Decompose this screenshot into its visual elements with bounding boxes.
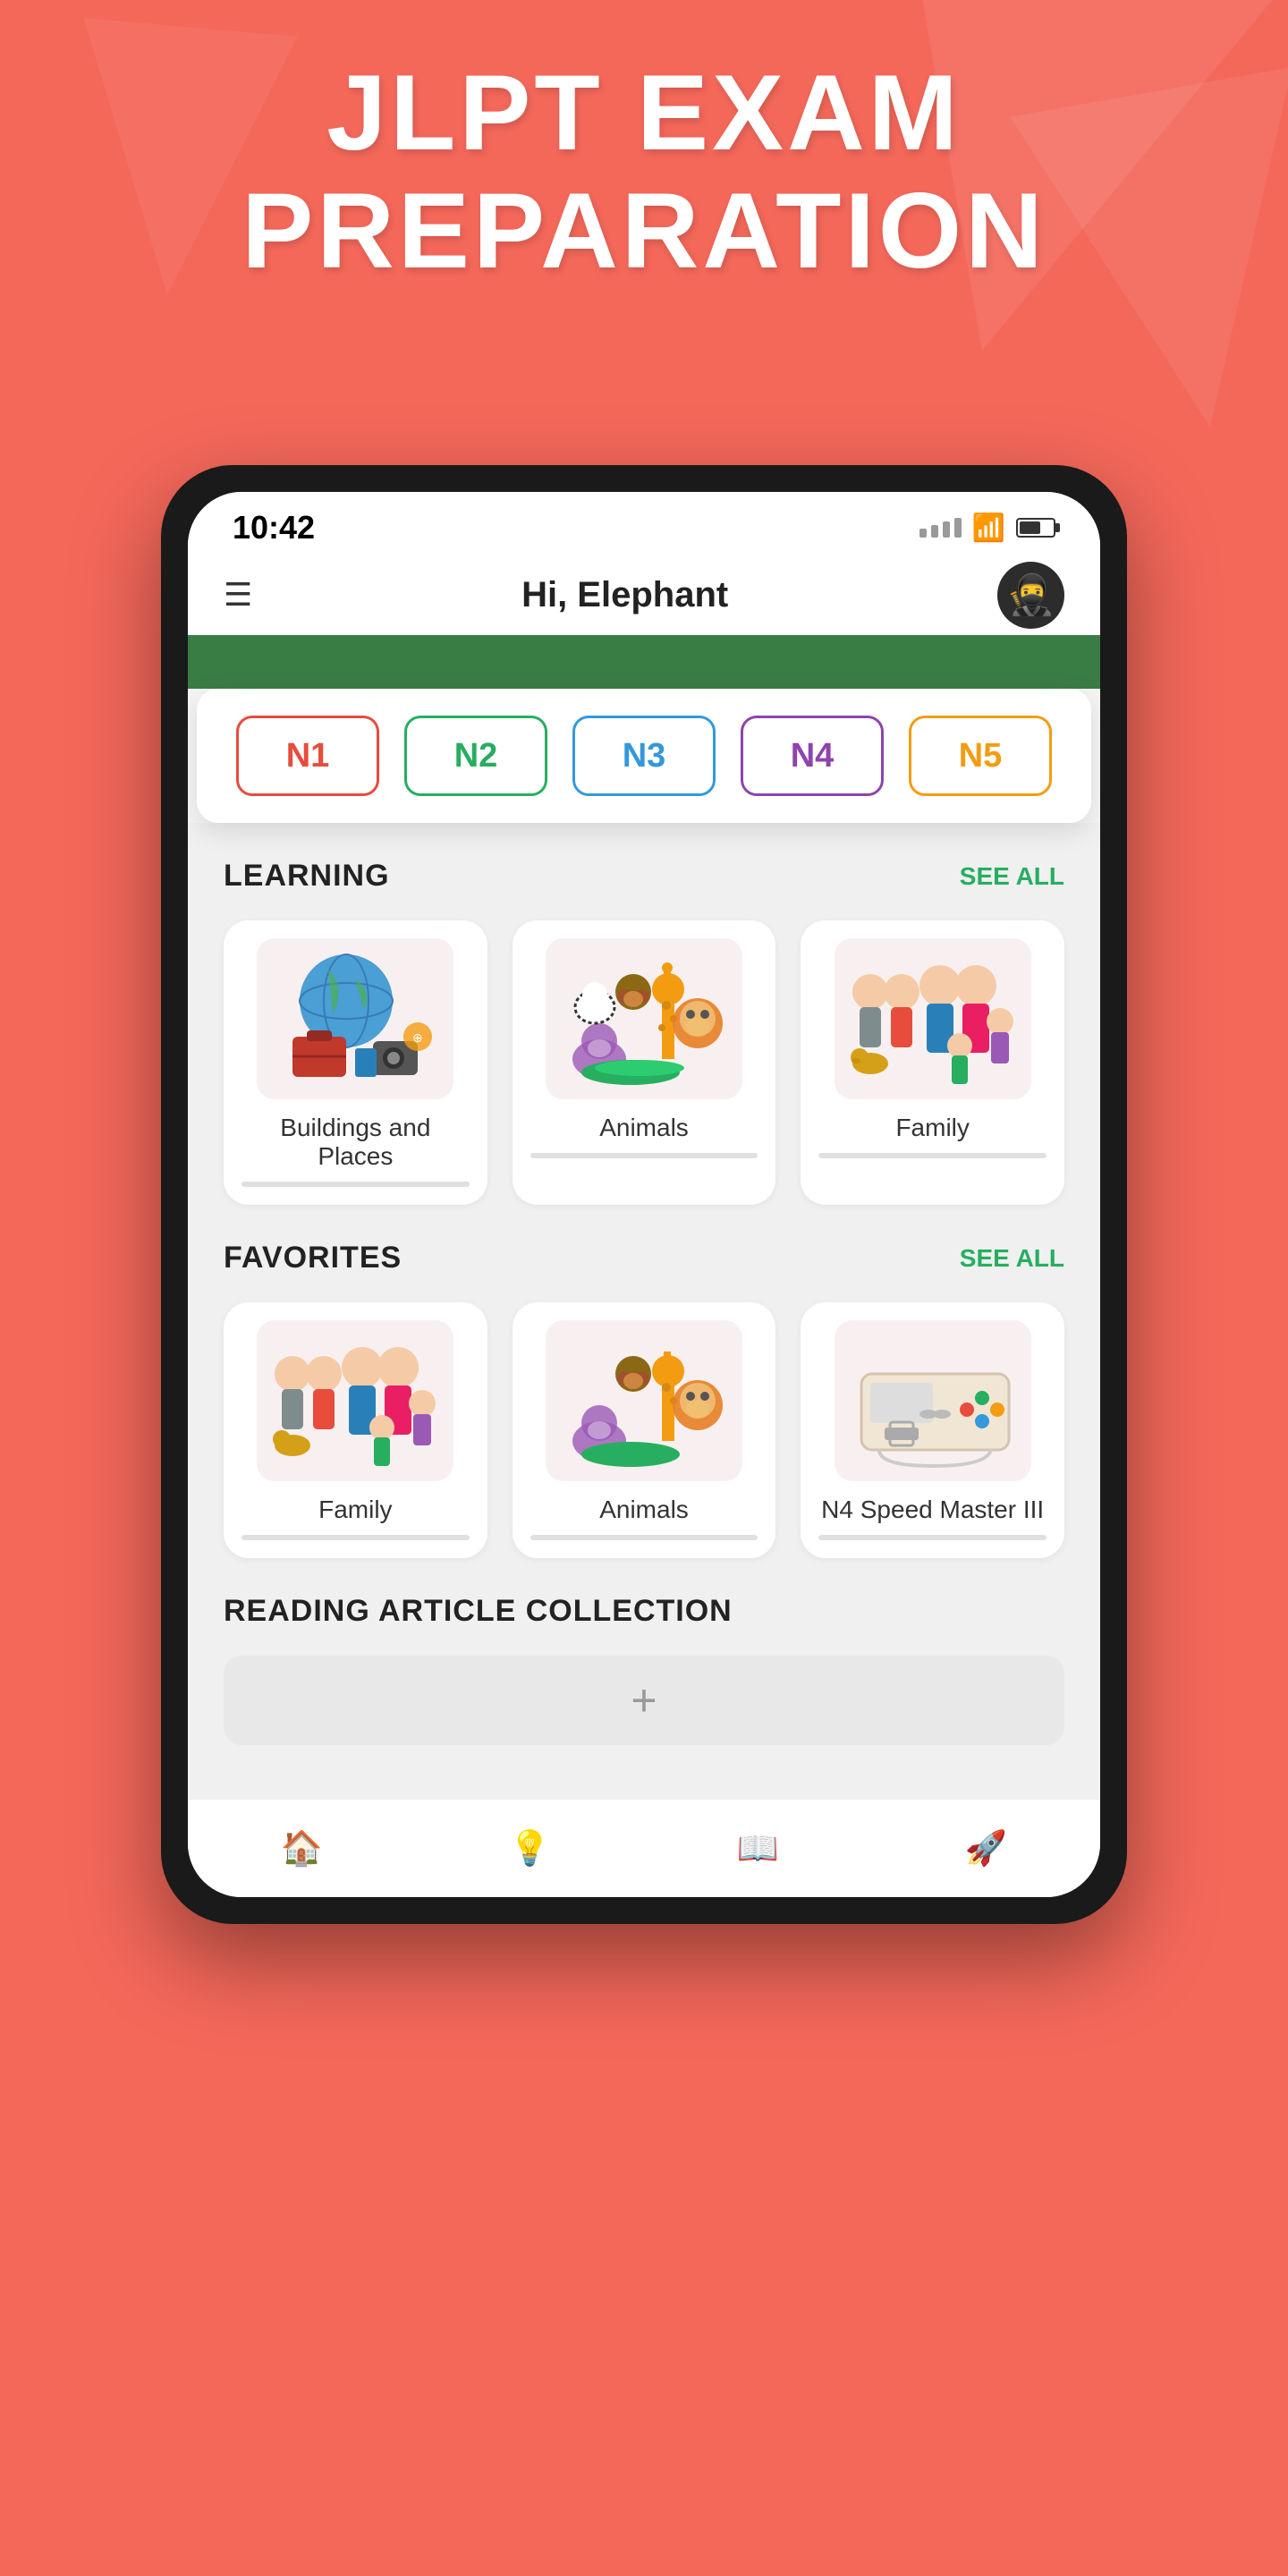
animals-label: Animals bbox=[599, 1114, 689, 1142]
family-image bbox=[835, 938, 1031, 1099]
avatar-emoji: 🥷 bbox=[1006, 572, 1055, 618]
menu-button[interactable]: ☰ bbox=[224, 576, 252, 614]
exam-icon: 🚀 bbox=[965, 1829, 1007, 1868]
buildings-progress bbox=[242, 1182, 470, 1187]
favorites-card-family[interactable]: Family bbox=[224, 1302, 487, 1558]
fav-game-progress bbox=[818, 1535, 1046, 1540]
learning-section-header: LEARNING SEE ALL bbox=[224, 859, 1064, 894]
add-article-button[interactable]: + bbox=[224, 1656, 1064, 1745]
green-banner bbox=[188, 635, 1100, 689]
fav-game-image bbox=[835, 1320, 1031, 1481]
favorites-card-game[interactable]: N4 Speed Master III bbox=[801, 1302, 1064, 1558]
phone-screen: 10:42 📶 ☰ Hi, Elephant 🥷 N bbox=[188, 492, 1100, 1897]
hero-line2: PREPARATION bbox=[0, 172, 1288, 290]
learning-cards-row: ⊕ Buildings and Places bbox=[224, 920, 1064, 1205]
fav-family-label: Family bbox=[318, 1496, 392, 1524]
level-n3-button[interactable]: N3 bbox=[572, 716, 716, 796]
home-icon: 🏠 bbox=[281, 1829, 323, 1868]
flashcards-nav[interactable]: 💡 bbox=[509, 1829, 551, 1868]
fav-animals-svg bbox=[555, 1325, 733, 1477]
favorites-card-animals[interactable]: Animals bbox=[513, 1302, 776, 1558]
hero-line1: JLPT EXAM bbox=[0, 54, 1288, 172]
fav-animals-image bbox=[546, 1320, 742, 1481]
wifi-icon: 📶 bbox=[972, 513, 1005, 544]
status-bar: 10:42 📶 bbox=[188, 492, 1100, 555]
reading-nav[interactable]: 📖 bbox=[737, 1829, 779, 1868]
level-n2-button[interactable]: N2 bbox=[404, 716, 547, 796]
favorites-title: FAVORITES bbox=[224, 1241, 402, 1275]
home-nav[interactable]: 🏠 bbox=[281, 1829, 323, 1868]
level-n1-button[interactable]: N1 bbox=[236, 716, 379, 796]
fav-game-svg bbox=[843, 1325, 1022, 1477]
fav-animals-progress bbox=[530, 1535, 758, 1540]
status-time: 10:42 bbox=[233, 509, 315, 547]
buildings-label: Buildings and Places bbox=[242, 1114, 470, 1171]
learning-see-all[interactable]: SEE ALL bbox=[960, 862, 1064, 891]
signal-icon bbox=[919, 518, 962, 538]
bottom-nav: 🏠 💡 📖 🚀 bbox=[188, 1799, 1100, 1897]
avatar[interactable]: 🥷 bbox=[997, 562, 1064, 629]
battery-icon bbox=[1016, 518, 1055, 538]
learning-card-animals[interactable]: Animals bbox=[513, 920, 776, 1205]
animals-progress bbox=[530, 1153, 758, 1158]
favorites-see-all[interactable]: SEE ALL bbox=[960, 1244, 1064, 1273]
app-bar: ☰ Hi, Elephant 🥷 bbox=[188, 555, 1100, 635]
reading-section-header: READING ARTICLE COLLECTION bbox=[224, 1594, 1064, 1629]
animals-svg bbox=[555, 943, 733, 1095]
level-tabs: N1 N2 N3 N4 N5 bbox=[197, 689, 1091, 823]
animals-image bbox=[546, 938, 742, 1099]
learning-card-family[interactable]: Family bbox=[801, 920, 1064, 1205]
family-progress bbox=[818, 1153, 1046, 1158]
favorites-cards-row: Family bbox=[224, 1302, 1064, 1558]
level-n4-button[interactable]: N4 bbox=[741, 716, 884, 796]
fav-game-label: N4 Speed Master III bbox=[821, 1496, 1044, 1524]
level-tabs-container: N1 N2 N3 N4 N5 bbox=[188, 689, 1100, 823]
learning-title: LEARNING bbox=[224, 859, 390, 894]
app-title: Hi, Elephant bbox=[521, 575, 728, 615]
phone-frame: 10:42 📶 ☰ Hi, Elephant 🥷 N bbox=[161, 465, 1127, 1924]
level-n5-button[interactable]: N5 bbox=[909, 716, 1052, 796]
fav-family-progress bbox=[242, 1535, 470, 1540]
svg-text:⊕: ⊕ bbox=[412, 1030, 423, 1045]
hero-text: JLPT EXAM PREPARATION bbox=[0, 54, 1288, 290]
buildings-image: ⊕ bbox=[257, 938, 453, 1099]
exam-nav[interactable]: 🚀 bbox=[965, 1829, 1007, 1868]
buildings-svg: ⊕ bbox=[266, 943, 445, 1095]
fav-family-svg bbox=[266, 1325, 445, 1477]
reading-icon: 📖 bbox=[737, 1829, 779, 1868]
status-icons: 📶 bbox=[919, 513, 1055, 544]
add-icon: + bbox=[631, 1674, 657, 1726]
reading-title: READING ARTICLE COLLECTION bbox=[224, 1594, 733, 1629]
family-svg bbox=[843, 943, 1022, 1095]
favorites-section-header: FAVORITES SEE ALL bbox=[224, 1241, 1064, 1275]
learning-card-buildings[interactable]: ⊕ Buildings and Places bbox=[224, 920, 487, 1205]
main-content: LEARNING SEE ALL bbox=[188, 823, 1100, 1799]
flashcards-icon: 💡 bbox=[509, 1829, 551, 1868]
fav-family-image bbox=[257, 1320, 453, 1481]
family-label: Family bbox=[895, 1114, 969, 1142]
fav-animals-label: Animals bbox=[599, 1496, 689, 1524]
